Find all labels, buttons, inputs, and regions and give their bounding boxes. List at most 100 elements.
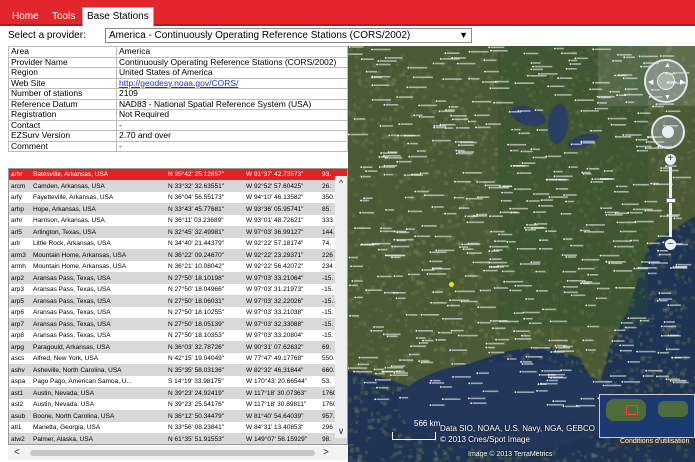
station-point[interactable] bbox=[360, 166, 363, 169]
station-point[interactable] bbox=[465, 197, 468, 200]
website-link[interactable]: http://geodesy.noaa.gov/CORS/ bbox=[119, 78, 238, 88]
zoom-in-icon[interactable]: + bbox=[665, 154, 676, 165]
station-point[interactable] bbox=[561, 254, 564, 257]
station-point[interactable] bbox=[536, 129, 539, 131]
station-point[interactable] bbox=[514, 391, 517, 394]
station-point[interactable] bbox=[526, 224, 528, 226]
station-point[interactable] bbox=[506, 240, 509, 243]
station-point[interactable] bbox=[525, 298, 528, 300]
pan-south-icon[interactable]: ▼ bbox=[664, 94, 671, 101]
station-point[interactable] bbox=[490, 49, 492, 52]
station-point[interactable] bbox=[361, 243, 363, 246]
station-row[interactable]: arp6 Aransas Pass, Texas, USA N 27°50' 18.… bbox=[9, 307, 347, 319]
station-point[interactable] bbox=[554, 344, 557, 347]
station-point[interactable] bbox=[452, 376, 454, 378]
station-point[interactable] bbox=[514, 82, 517, 85]
station-point[interactable] bbox=[605, 214, 608, 216]
station-point[interactable] bbox=[429, 404, 432, 406]
station-point[interactable] bbox=[435, 249, 438, 252]
station-point[interactable] bbox=[416, 337, 418, 339]
station-point[interactable] bbox=[568, 166, 571, 168]
station-point[interactable] bbox=[647, 136, 650, 139]
station-point[interactable] bbox=[514, 284, 517, 287]
station-row[interactable]: aspa Pago Pago, American Samoa, U... S 14°… bbox=[9, 376, 347, 388]
station-point[interactable] bbox=[624, 88, 627, 90]
station-point[interactable] bbox=[644, 209, 647, 212]
station-point[interactable] bbox=[634, 220, 637, 223]
station-point[interactable] bbox=[454, 290, 457, 293]
station-point[interactable] bbox=[417, 150, 419, 152]
station-row[interactable]: ast1 Austin, Nevada, USA N 39°23' 24.92419… bbox=[9, 387, 347, 399]
station-point[interactable] bbox=[660, 215, 662, 218]
station-row[interactable]: atw2 Palmer, Alaska, USA N 61°35' 51.91553… bbox=[9, 433, 347, 444]
station-point[interactable] bbox=[644, 147, 647, 149]
station-point[interactable] bbox=[637, 266, 640, 269]
station-point[interactable] bbox=[451, 57, 454, 59]
station-point[interactable] bbox=[605, 260, 608, 263]
station-point[interactable] bbox=[513, 312, 516, 314]
provider-select[interactable]: America - Continuously Operating Referen… bbox=[105, 28, 472, 43]
station-point[interactable] bbox=[603, 170, 606, 172]
station-point[interactable] bbox=[545, 178, 548, 181]
station-point[interactable] bbox=[611, 340, 614, 342]
station-point[interactable] bbox=[514, 338, 517, 340]
station-point[interactable] bbox=[591, 178, 594, 181]
station-point[interactable] bbox=[365, 289, 368, 292]
station-point[interactable] bbox=[539, 247, 541, 250]
station-point[interactable] bbox=[349, 314, 351, 317]
station-point[interactable] bbox=[516, 247, 519, 250]
station-point[interactable] bbox=[466, 252, 469, 255]
station-point[interactable] bbox=[468, 50, 471, 53]
station-point[interactable] bbox=[444, 52, 447, 55]
station-row[interactable]: ashv Asheville, North Carolina, USA N 35°3… bbox=[9, 364, 347, 376]
station-point[interactable] bbox=[525, 228, 527, 231]
station-point[interactable] bbox=[384, 291, 386, 294]
station-point[interactable] bbox=[498, 233, 500, 236]
station-point[interactable] bbox=[485, 123, 488, 125]
station-point[interactable] bbox=[616, 94, 618, 97]
station-point[interactable] bbox=[495, 338, 497, 341]
station-point[interactable] bbox=[587, 273, 590, 276]
station-point[interactable] bbox=[399, 359, 401, 361]
station-point[interactable] bbox=[348, 46, 351, 48]
station-point[interactable] bbox=[665, 378, 668, 381]
station-point[interactable] bbox=[415, 329, 418, 332]
station-point[interactable] bbox=[566, 279, 569, 282]
station-point[interactable] bbox=[562, 405, 565, 408]
station-row[interactable]: ast2 Austin, Nevada, USA N 39°23' 25.54176… bbox=[9, 399, 347, 411]
station-point[interactable] bbox=[484, 70, 486, 73]
stations-list[interactable]: arbr Batesville, Arkansas, USA N 35°42' 25… bbox=[8, 168, 348, 445]
satellite-map[interactable]: ▲ ▼ ◀ ▶ + – 566 km Data SIO, NOAA, U.S. … bbox=[348, 46, 695, 462]
station-point[interactable] bbox=[460, 300, 463, 303]
station-point[interactable] bbox=[657, 299, 659, 302]
station-point[interactable] bbox=[565, 256, 568, 258]
station-point[interactable] bbox=[488, 351, 491, 354]
station-point[interactable] bbox=[494, 240, 496, 243]
station-point[interactable] bbox=[656, 375, 658, 378]
station-point[interactable] bbox=[421, 269, 424, 271]
station-point[interactable] bbox=[406, 86, 409, 89]
station-point[interactable] bbox=[523, 52, 526, 55]
station-point[interactable] bbox=[365, 170, 367, 172]
station-point[interactable] bbox=[482, 81, 484, 83]
station-point[interactable] bbox=[530, 148, 533, 151]
station-point[interactable] bbox=[592, 48, 595, 51]
station-point[interactable] bbox=[521, 334, 523, 337]
station-point[interactable] bbox=[675, 263, 678, 266]
station-point[interactable] bbox=[564, 152, 566, 154]
station-point[interactable] bbox=[489, 245, 492, 248]
station-point[interactable] bbox=[432, 139, 434, 142]
station-point[interactable] bbox=[520, 150, 523, 153]
map-overview-inset[interactable] bbox=[599, 394, 695, 438]
station-point[interactable] bbox=[523, 226, 526, 229]
station-row[interactable]: arp5 Aransas Pass, Texas, USA N 27°50' 18.… bbox=[9, 295, 347, 307]
station-row[interactable]: arp7 Aransas Pass, Texas, USA N 27°50' 18.… bbox=[9, 318, 347, 330]
station-point[interactable] bbox=[625, 326, 627, 329]
station-point[interactable] bbox=[667, 334, 670, 337]
station-point[interactable] bbox=[532, 156, 535, 159]
station-point[interactable] bbox=[548, 196, 551, 199]
station-point[interactable] bbox=[453, 196, 456, 199]
station-point[interactable] bbox=[578, 267, 580, 270]
station-point[interactable] bbox=[620, 349, 622, 352]
station-point[interactable] bbox=[601, 178, 604, 180]
